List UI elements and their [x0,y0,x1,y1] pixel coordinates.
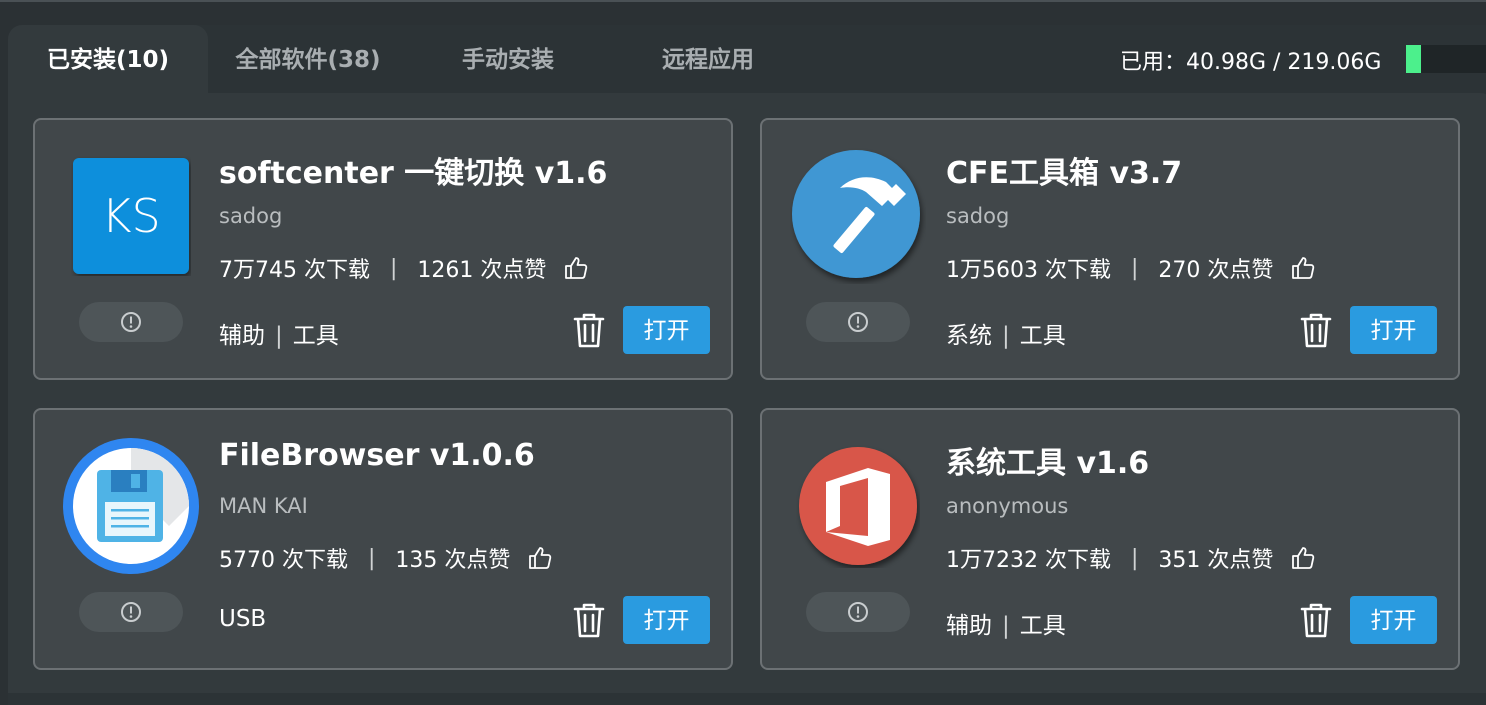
tag[interactable]: 辅助 [946,613,992,639]
open-button[interactable]: 打开 [1350,596,1437,644]
app-name: CFE工具箱 v3.7 [946,156,1183,191]
like-count: 1261 次点赞 [417,258,547,283]
stats-separator: | [389,255,398,281]
app-tags: 辅助 | 工具 [219,316,339,350]
tag[interactable]: 工具 [1020,613,1066,639]
info-button[interactable] [79,592,183,632]
tag[interactable]: 工具 [293,323,339,349]
info-icon [848,602,868,622]
info-icon [848,312,868,332]
stats-separator: | [367,545,376,571]
app-stats: 1万7232 次下载 | 351 次点赞 [946,542,1317,574]
app-author: MAN KAI [219,494,308,518]
app-stats: 5770 次下载 | 135 次点赞 [219,542,554,574]
download-count: 5770 次下载 [219,548,348,573]
app-tags: 系统 | 工具 [946,316,1066,350]
svg-text:KS: KS [101,189,160,243]
app-card-filebrowser: FileBrowser v1.0.6 MAN KAI 5770 次下载 | 13… [33,408,733,670]
tag-separator: | [275,323,283,349]
tab-remote-apps[interactable]: 远程应用 [608,25,808,93]
app-stats: 1万5603 次下载 | 270 次点赞 [946,252,1317,284]
app-author: sadog [219,204,283,228]
app-name: 系统工具 v1.6 [946,446,1150,481]
hammer-icon [790,148,926,284]
trash-icon[interactable] [1298,600,1334,640]
app-author: anonymous [946,494,1069,518]
trash-icon[interactable] [571,600,607,640]
tab-all-software[interactable]: 全部软件(38) [208,25,408,93]
download-count: 1万7232 次下载 [946,548,1111,573]
tag[interactable]: 辅助 [219,323,265,349]
like-count: 270 次点赞 [1158,258,1274,283]
open-button[interactable]: 打开 [623,306,710,354]
trash-icon[interactable] [1298,310,1334,350]
office-icon [796,444,920,568]
info-button[interactable] [79,302,183,342]
info-icon [121,312,141,332]
like-count: 135 次点赞 [395,548,511,573]
info-button[interactable] [806,302,910,342]
app-name: softcenter 一键切换 v1.6 [219,156,608,191]
app-tags: USB [219,606,266,632]
tag[interactable]: 系统 [946,323,992,349]
stats-separator: | [1130,255,1139,281]
app-card-cfe-toolbox: CFE工具箱 v3.7 sadog 1万5603 次下载 | 270 次点赞 系… [760,118,1460,380]
floppy-disk-icon [61,436,201,576]
thumbs-up-icon[interactable] [562,254,590,282]
download-count: 7万745 次下载 [219,258,370,283]
storage-usage-text: 已用：40.98G / 219.06G [1120,50,1382,75]
tag-separator: | [1002,323,1010,349]
tag[interactable]: 工具 [1020,323,1066,349]
tab-installed[interactable]: 已安装(10) [8,25,208,93]
app-card-softcenter: KS softcenter 一键切换 v1.6 sadog 7万745 次下载 … [33,118,733,380]
tag-separator: | [1002,613,1010,639]
thumbs-up-icon[interactable] [526,544,554,572]
app-tags: 辅助 | 工具 [946,606,1066,640]
thumbs-up-icon[interactable] [1289,254,1317,282]
app-stats: 7万745 次下载 | 1261 次点赞 [219,252,590,284]
ks-logo-icon: KS [71,156,191,276]
open-button[interactable]: 打开 [1350,306,1437,354]
download-count: 1万5603 次下载 [946,258,1111,283]
storage-usage-bar [1406,45,1486,73]
stats-separator: | [1130,545,1139,571]
app-name: FileBrowser v1.0.6 [219,438,535,473]
top-divider [0,0,1486,2]
thumbs-up-icon[interactable] [1289,544,1317,572]
info-icon [121,602,141,622]
app-author: sadog [946,204,1010,228]
info-button[interactable] [806,592,910,632]
app-card-system-tools: 系统工具 v1.6 anonymous 1万7232 次下载 | 351 次点赞… [760,408,1460,670]
like-count: 351 次点赞 [1158,548,1274,573]
storage-usage-fill [1406,45,1421,73]
tab-manual-install[interactable]: 手动安装 [408,25,608,93]
trash-icon[interactable] [571,310,607,350]
open-button[interactable]: 打开 [623,596,710,644]
tag[interactable]: USB [219,606,266,632]
